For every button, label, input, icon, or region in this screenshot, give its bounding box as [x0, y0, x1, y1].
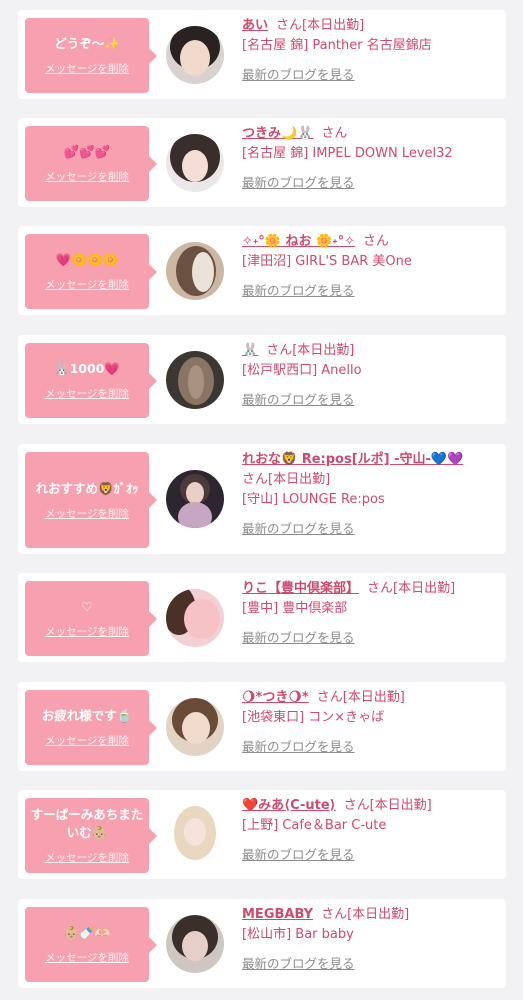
- user-name-link[interactable]: 🌖*つき🌖*: [242, 690, 309, 705]
- message-card: 👶🏼🍼🫶🏻 メッセージを削除 MEGBABY さん[本日出勤] [松山市] Bar…: [18, 899, 506, 988]
- card-info: あい さん[本日出勤] [名古屋 錦] Panther 名古屋錦店 最新のブログを…: [242, 16, 498, 83]
- user-name-link[interactable]: りこ【豊中倶楽部】: [242, 581, 359, 596]
- status-badge: [本日出勤]: [342, 690, 405, 705]
- san-label: さん: [242, 472, 269, 487]
- user-name-link[interactable]: 🐰: [242, 343, 258, 358]
- san-label: さん: [316, 690, 343, 705]
- delete-message-link[interactable]: メッセージを削除: [45, 61, 129, 76]
- message-text: 💗🌼🌼🌼: [55, 252, 119, 267]
- message-text: 💕💕💕: [63, 144, 111, 159]
- message-text: すーぱーみあちまたいむ👶🏼: [30, 807, 144, 840]
- latest-blog-link[interactable]: 最新のブログを見る: [242, 844, 355, 863]
- shop-info: [豊中] 豊中倶楽部: [242, 601, 348, 616]
- shop-info: [守山] LOUNGE Re:pos: [242, 492, 385, 507]
- message-text: どうぞ〜✨: [54, 36, 120, 51]
- delete-message-link[interactable]: メッセージを削除: [45, 624, 129, 639]
- delete-message-link[interactable]: メッセージを削除: [45, 733, 129, 748]
- delete-message-link[interactable]: メッセージを削除: [45, 850, 129, 865]
- shop-info: [名古屋 錦] Panther 名古屋錦店: [242, 38, 432, 53]
- shop-info: [池袋東口] コン×きゃば: [242, 710, 385, 725]
- message-card: どうぞ〜✨ メッセージを削除 あい さん[本日出勤] [名古屋 錦] Panthe…: [18, 10, 506, 99]
- message-bubble: すーぱーみあちまたいむ👶🏼 メッセージを削除: [25, 798, 157, 873]
- message-bubble: どうぞ〜✨ メッセージを削除: [25, 18, 157, 93]
- user-name-link[interactable]: ✧˖°🌼 ねお 🌼˖°✧: [242, 234, 355, 249]
- card-info: 🐰 さん[本日出勤] [松戸駅西口] Anello 最新のブログを見る: [242, 341, 498, 408]
- delete-message-link[interactable]: メッセージを削除: [45, 386, 129, 401]
- san-label: さん: [266, 343, 293, 358]
- avatar[interactable]: [166, 470, 224, 528]
- status-badge: [本日出勤]: [292, 343, 355, 358]
- message-bubble: 🐰1000💗 メッセージを削除: [25, 343, 157, 418]
- san-label: さん: [363, 234, 390, 249]
- status-badge: [本日出勤]: [268, 472, 331, 487]
- avatar[interactable]: [166, 589, 224, 647]
- delete-message-link[interactable]: メッセージを削除: [45, 950, 129, 965]
- message-bubble: お疲れ様です🍵 メッセージを削除: [25, 690, 157, 765]
- latest-blog-link[interactable]: 最新のブログを見る: [242, 518, 355, 537]
- message-card: すーぱーみあちまたいむ👶🏼 メッセージを削除 ❤️みあ⟨C-ute⟩ さん[本日出…: [18, 790, 506, 879]
- latest-blog-link[interactable]: 最新のブログを見る: [242, 280, 355, 299]
- message-card: 💕💕💕 メッセージを削除 つきみ🌙🐰 さん [名古屋 錦] IMPEL DOWN …: [18, 118, 506, 207]
- message-card: 💗🌼🌼🌼 メッセージを削除 ✧˖°🌼 ねお 🌼˖°✧ さん [津田沼] GIRL'…: [18, 226, 506, 315]
- latest-blog-link[interactable]: 最新のブログを見る: [242, 172, 355, 191]
- status-badge: [本日出勤]: [369, 798, 432, 813]
- delete-message-link[interactable]: メッセージを削除: [45, 506, 129, 521]
- latest-blog-link[interactable]: 最新のブログを見る: [242, 64, 355, 83]
- message-card: れおすすめ🦁ｶﾞｵｯ メッセージを削除 れおな🦁 Re:pos[ルポ] -守山-…: [18, 444, 506, 554]
- avatar[interactable]: [166, 134, 224, 192]
- san-label: さん: [321, 126, 348, 141]
- status-badge: [本日出勤]: [302, 18, 365, 33]
- user-name-link[interactable]: れおな🦁 Re:pos[ルポ] -守山-💙💜: [242, 452, 463, 467]
- shop-info: [松山市] Bar baby: [242, 927, 354, 942]
- message-list: どうぞ〜✨ メッセージを削除 あい さん[本日出勤] [名古屋 錦] Panthe…: [0, 0, 523, 1000]
- avatar[interactable]: [166, 351, 224, 409]
- latest-blog-link[interactable]: 最新のブログを見る: [242, 953, 355, 972]
- user-name-link[interactable]: つきみ🌙🐰: [242, 126, 313, 141]
- delete-message-link[interactable]: メッセージを削除: [45, 277, 129, 292]
- user-name-link[interactable]: ❤️みあ⟨C-ute⟩: [242, 798, 336, 813]
- message-card: 🐰1000💗 メッセージを削除 🐰 さん[本日出勤] [松戸駅西口] Anello…: [18, 335, 506, 424]
- latest-blog-link[interactable]: 最新のブログを見る: [242, 736, 355, 755]
- shop-info: [上野] Cafe＆Bar C-ute: [242, 818, 387, 833]
- avatar[interactable]: [166, 26, 224, 84]
- shop-info: [名古屋 錦] IMPEL DOWN Level32: [242, 146, 453, 161]
- san-label: さん: [367, 581, 394, 596]
- card-info: りこ【豊中倶楽部】 さん[本日出勤] [豊中] 豊中倶楽部 最新のブログを見る: [242, 579, 498, 646]
- message-card: ♡ メッセージを削除 りこ【豊中倶楽部】 さん[本日出勤] [豊中] 豊中倶楽部 …: [18, 573, 506, 662]
- shop-info: [津田沼] GIRL'S BAR 美One: [242, 254, 412, 269]
- card-info: MEGBABY さん[本日出勤] [松山市] Bar baby 最新のブログを見る: [242, 905, 498, 972]
- message-bubble: 👶🏼🍼🫶🏻 メッセージを削除: [25, 907, 157, 982]
- shop-info: [松戸駅西口] Anello: [242, 363, 362, 378]
- latest-blog-link[interactable]: 最新のブログを見る: [242, 627, 355, 646]
- message-text: お疲れ様です🍵: [41, 708, 133, 723]
- latest-blog-link[interactable]: 最新のブログを見る: [242, 389, 355, 408]
- message-text: ♡: [81, 599, 93, 614]
- san-label: さん: [276, 18, 303, 33]
- user-name-link[interactable]: あい: [242, 18, 268, 33]
- message-text: 👶🏼🍼🫶🏻: [63, 925, 111, 940]
- avatar[interactable]: [166, 806, 224, 864]
- user-name-link[interactable]: MEGBABY: [242, 907, 313, 922]
- delete-message-link[interactable]: メッセージを削除: [45, 169, 129, 184]
- card-info: れおな🦁 Re:pos[ルポ] -守山-💙💜 さん[本日出勤] [守山] LOU…: [242, 450, 498, 537]
- san-label: さん: [321, 907, 348, 922]
- message-bubble: 💕💕💕 メッセージを削除: [25, 126, 157, 201]
- message-text: 🐰1000💗: [54, 361, 120, 376]
- message-text: れおすすめ🦁ｶﾞｵｯ: [35, 480, 139, 496]
- san-label: さん: [343, 798, 370, 813]
- message-bubble: 💗🌼🌼🌼 メッセージを削除: [25, 234, 157, 309]
- message-bubble: ♡ メッセージを削除: [25, 581, 157, 656]
- card-info: 🌖*つき🌖* さん[本日出勤] [池袋東口] コン×きゃば 最新のブログを見る: [242, 688, 498, 755]
- message-bubble: れおすすめ🦁ｶﾞｵｯ メッセージを削除: [25, 452, 157, 548]
- status-badge: [本日出勤]: [393, 581, 456, 596]
- avatar[interactable]: [166, 915, 224, 973]
- card-info: ❤️みあ⟨C-ute⟩ さん[本日出勤] [上野] Cafe＆Bar C-ute …: [242, 796, 498, 863]
- message-card: お疲れ様です🍵 メッセージを削除 🌖*つき🌖* さん[本日出勤] [池袋東口] コ…: [18, 682, 506, 771]
- avatar[interactable]: [166, 242, 224, 300]
- card-info: つきみ🌙🐰 さん [名古屋 錦] IMPEL DOWN Level32 最新のブロ…: [242, 124, 498, 191]
- avatar[interactable]: [166, 698, 224, 756]
- status-badge: [本日出勤]: [347, 907, 410, 922]
- card-info: ✧˖°🌼 ねお 🌼˖°✧ さん [津田沼] GIRL'S BAR 美One 最新の…: [242, 232, 498, 299]
